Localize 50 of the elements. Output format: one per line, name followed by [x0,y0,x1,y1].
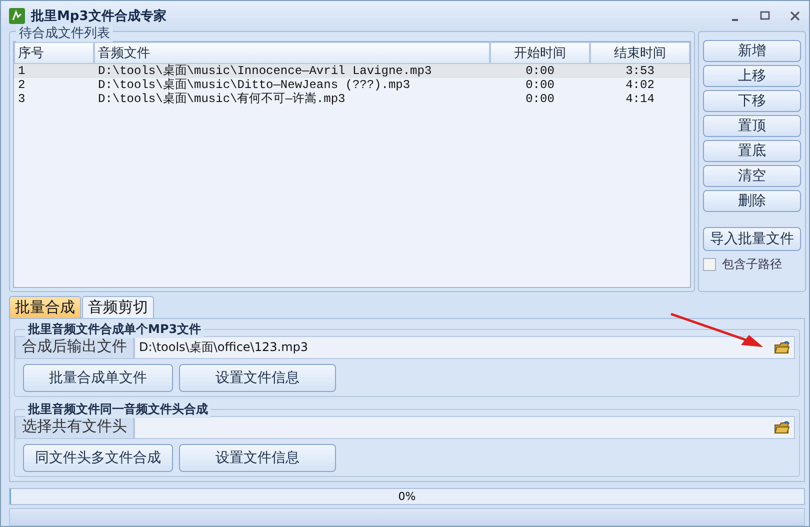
group-title: 待合成文件列表 [16,24,113,42]
action-button[interactable]: 置顶 [703,114,801,137]
field-value: D:\tools\桌面\office\123.mp3 [139,339,308,356]
table-cell-text: 1 [17,64,26,78]
table-cell-text: 3:53 [624,64,656,78]
column-header[interactable]: 结束时间 [590,42,690,64]
table-cell-text: 0:00 [524,78,556,92]
field-label: 合成后输出文件 [15,336,134,360]
progress-label: 0% [398,490,416,504]
table-cell-text: 2 [17,78,26,92]
table-row[interactable]: 3 D:\tools\桌面\music\有何不可—许嵩.mp3 0:00 4:14 [14,92,690,106]
action-button[interactable]: 删除 [703,190,801,212]
group-title: 批里音频文件合成单个MP3文件 [25,321,204,338]
checkbox-label: 包含子路径 [722,256,782,273]
path-field[interactable]: D:\tools\桌面\office\123.mp3 [134,336,795,360]
checkbox[interactable] [703,258,716,271]
folder-icon[interactable] [774,420,790,435]
table-row[interactable]: 1 D:\tools\桌面\music\Innocence—Avril Lavigne.mp3 0:00 3:53 [14,64,690,78]
action-button[interactable]: 置底 [703,140,801,162]
action-button[interactable]: 新增 [703,40,801,62]
table-cell-text: 4:14 [624,92,656,106]
table-cell-text: D:\tools\桌面\music\Innocence—Avril Lavigne.mp3 [97,64,433,78]
column-header[interactable]: 开始时间 [490,42,590,64]
table-row[interactable]: 2 D:\tools\桌面\music\Ditto—NewJeans (???).mp3 0:00 4:02 [14,78,690,92]
table-cell-text: 3 [17,92,26,106]
window-title: 批里Mp3文件合成专家 [31,8,168,25]
table-cell-text: 0:00 [524,92,556,106]
table-cell-text: 4:02 [624,78,656,92]
table-cell-text: D:\tools\桌面\music\有何不可—许嵩.mp3 [97,92,346,106]
maximize-icon[interactable] [759,10,771,22]
column-header[interactable]: 音频文件 [94,42,490,64]
import-button[interactable]: 导入批量文件 [703,226,801,251]
table-cell-text: D:\tools\桌面\music\Ditto—NewJeans (???).mp3 [97,78,412,92]
column-header[interactable]: 序号 [14,42,94,64]
action-button[interactable]: 设置文件信息 [179,364,336,392]
action-button[interactable]: 设置文件信息 [179,444,336,472]
action-button[interactable]: 批量合成单文件 [23,364,173,392]
action-button[interactable]: 清空 [703,164,801,187]
tab[interactable]: 音频剪切 [82,296,154,318]
action-button[interactable]: 下移 [703,90,801,112]
action-button[interactable]: 上移 [703,64,801,87]
path-field[interactable] [134,416,795,440]
tab[interactable]: 批量合成 [9,296,81,318]
close-icon[interactable] [789,10,801,22]
folder-icon[interactable] [774,340,790,355]
action-button[interactable]: 同文件头多文件合成 [23,444,173,472]
group-title: 批里音频文件同一音频文件头合成 [25,401,211,418]
field-label: 选择共有文件头 [15,416,134,440]
app-icon [9,8,25,24]
table-cell-text: 0:00 [524,64,556,78]
